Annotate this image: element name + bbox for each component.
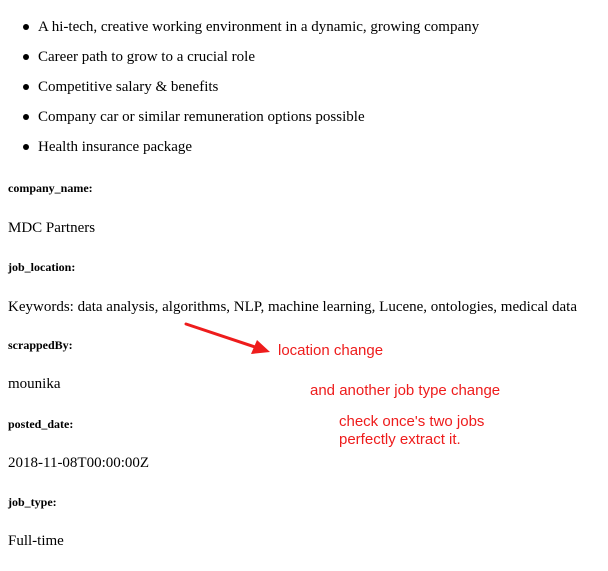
annotation-job-type-change: and another job type change — [310, 382, 501, 399]
annotation-arrow-icon — [184, 322, 270, 354]
annotation-check-line1: check once's two jobs — [339, 413, 485, 430]
annotation-location-change: location change — [278, 342, 384, 359]
annotation-check-line2: perfectly extract it. — [339, 431, 461, 448]
